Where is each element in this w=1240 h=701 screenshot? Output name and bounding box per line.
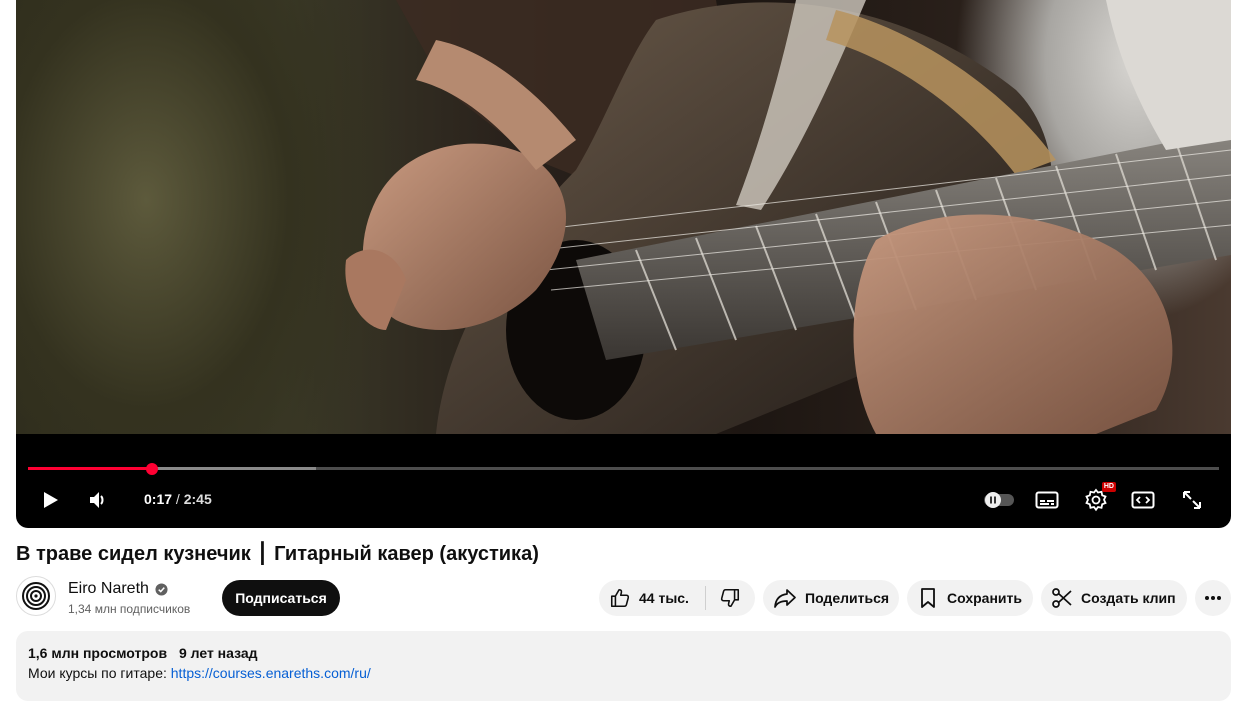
current-time: 0:17	[144, 491, 173, 507]
more-actions-button[interactable]	[1195, 580, 1231, 616]
courses-link[interactable]: https://courses.enareths.com/ru/	[171, 665, 371, 681]
view-count: 1,6 млн просмотров	[28, 645, 168, 661]
channel-name-text[interactable]: Eiro Nareth	[68, 579, 149, 599]
create-clip-label: Создать клип	[1081, 590, 1176, 606]
subscriber-count: 1,34 млн подписчиков	[68, 602, 191, 616]
verified-badge-icon	[155, 582, 168, 596]
share-button[interactable]: Поделиться	[763, 580, 899, 616]
subtitles-icon	[1035, 491, 1059, 509]
progress-bar[interactable]	[28, 463, 1219, 475]
channel-avatar[interactable]	[16, 576, 56, 616]
save-button[interactable]: Сохранить	[907, 580, 1033, 616]
progress-played	[28, 467, 152, 470]
volume-icon	[90, 492, 104, 508]
video-player[interactable]: 0:17 / 2:45 HD	[16, 0, 1231, 528]
video-title: В траве сидел кузнечик ⎮ Гитарный кавер …	[16, 543, 539, 565]
volume-button[interactable]	[84, 486, 112, 514]
settings-button[interactable]: HD	[1082, 482, 1116, 514]
like-button[interactable]: 44 тыс.	[599, 580, 705, 616]
duration: 2:45	[183, 491, 212, 507]
time-separator: /	[175, 491, 180, 507]
time-display: 0:17 / 2:45	[144, 490, 212, 508]
autoplay-toggle[interactable]	[982, 488, 1016, 512]
create-clip-button[interactable]: Создать клип	[1041, 580, 1187, 616]
like-count: 44 тыс.	[639, 590, 689, 606]
thumbs-down-icon	[721, 588, 740, 608]
share-icon	[774, 589, 796, 608]
dislike-button[interactable]	[706, 580, 755, 616]
description-text: Мои курсы по гитаре: https://courses.ena…	[28, 664, 371, 682]
subscribe-button[interactable]: Подписаться	[222, 580, 340, 616]
like-dislike-group: 44 тыс.	[599, 580, 755, 616]
video-still-image	[345, 0, 1231, 434]
progress-scrubber[interactable]	[145, 463, 158, 475]
bookmark-icon	[921, 588, 935, 608]
spiral-logo-icon	[22, 582, 50, 610]
channel-name[interactable]: Eiro Nareth	[68, 579, 168, 599]
description-box[interactable]: 1,6 млн просмотров 9 лет назад Мои курсы…	[16, 631, 1231, 701]
description-meta: 1,6 млн просмотров 9 лет назад	[28, 644, 258, 662]
subtitles-button[interactable]	[1032, 486, 1062, 514]
video-frame[interactable]	[16, 0, 1231, 434]
fullscreen-icon	[1183, 491, 1201, 509]
theater-mode-icon	[1131, 491, 1155, 509]
description-prefix: Мои курсы по гитаре:	[28, 665, 167, 681]
save-label: Сохранить	[947, 590, 1022, 606]
scissors-icon	[1052, 588, 1072, 608]
autoplay-toggle-icon	[984, 492, 1014, 508]
fullscreen-button[interactable]	[1178, 486, 1206, 514]
hd-badge: HD	[1101, 482, 1116, 492]
more-horizontal-icon	[1205, 596, 1221, 600]
thumbs-up-icon	[610, 588, 630, 608]
play-button[interactable]	[36, 486, 64, 514]
share-label: Поделиться	[805, 590, 890, 606]
play-icon	[44, 492, 58, 508]
theater-mode-button[interactable]	[1128, 486, 1158, 514]
upload-age: 9 лет назад	[178, 645, 258, 661]
